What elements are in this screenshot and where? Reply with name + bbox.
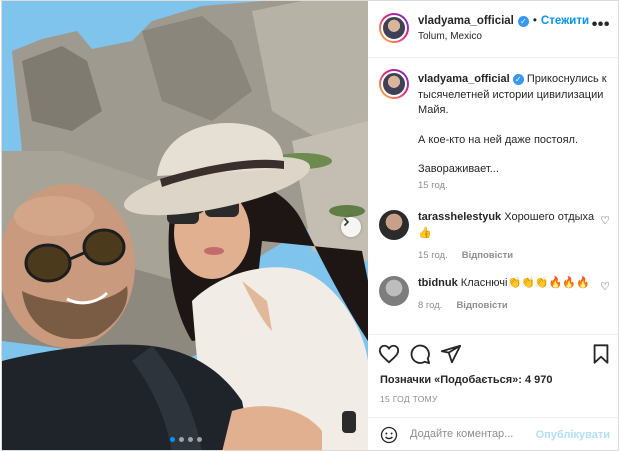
carousel-dot (179, 437, 184, 442)
post-location[interactable]: Tolum, Mexico (418, 31, 482, 42)
author-avatar[interactable] (379, 13, 409, 43)
comment-timestamp: 8 год. (418, 300, 443, 311)
comment-username[interactable]: tarasshelestyuk (418, 211, 501, 223)
instagram-post-modal: vladyama_official ✓ • Стежити Tolum, Mex… (1, 0, 619, 451)
action-bar (368, 334, 618, 370)
caption-timestamp: 15 год. (418, 180, 448, 191)
post-photo[interactable] (2, 1, 368, 450)
like-comment-heart-icon[interactable]: ♡ (600, 214, 610, 227)
verified-badge-icon: ✓ (512, 74, 524, 85)
comment-meta: 15 год. Відповісти (418, 250, 513, 261)
caption-line: А кое-кто на ней даже постоял. (418, 133, 578, 146)
add-comment-input[interactable] (410, 428, 530, 440)
chevron-right-icon (343, 217, 350, 227)
carousel-dot (197, 437, 202, 442)
comments-list[interactable]: vladyama_official ✓ Прикоснулись к тысяч… (368, 58, 618, 334)
reply-button[interactable]: Відповісти (462, 250, 513, 261)
comment-username[interactable]: tbidnuk (418, 277, 458, 289)
comment-bubble-icon[interactable] (409, 343, 431, 365)
author-username[interactable]: vladyama_official (418, 15, 514, 27)
post-sidebar: vladyama_official ✓ • Стежити Tolum, Mex… (368, 1, 618, 450)
commenter-avatar[interactable] (379, 276, 409, 306)
like-comment-heart-icon[interactable]: ♡ (600, 280, 610, 293)
like-heart-icon[interactable] (378, 343, 400, 365)
photo-illustration (2, 1, 368, 450)
author-line: vladyama_official ✓ • Стежити (418, 15, 589, 27)
carousel-dot (170, 437, 175, 442)
share-paper-plane-icon[interactable] (440, 343, 462, 365)
reply-button[interactable]: Відповісти (456, 300, 507, 311)
save-bookmark-icon[interactable] (590, 343, 612, 365)
caption-username[interactable]: vladyama_official (418, 73, 510, 85)
caption-author-avatar[interactable] (379, 69, 409, 99)
publish-comment-button[interactable]: Опублікувати (536, 429, 610, 441)
comment-meta: 8 год. Відповісти (418, 300, 508, 311)
post-caption: vladyama_official ✓ Прикоснулись к тысяч… (418, 72, 610, 192)
carousel-dot (188, 437, 193, 442)
emoji-smiley-icon[interactable] (380, 426, 398, 444)
comment-timestamp: 15 год. (418, 250, 448, 261)
verified-badge-icon: ✓ (517, 15, 529, 27)
caption-line: Завораживает... (418, 163, 499, 175)
commenter-avatar[interactable] (379, 210, 409, 240)
more-options-icon[interactable]: ••• (592, 16, 610, 34)
likes-count[interactable]: Позначки «Подобається»: 4 970 (380, 374, 552, 386)
post-header: vladyama_official ✓ • Стежити Tolum, Mex… (368, 1, 618, 58)
comment-body: tbidnuk Класнючі👏👏👏🔥🔥🔥 (418, 276, 598, 292)
follow-button[interactable]: Стежити (541, 15, 589, 27)
carousel-indicator (170, 437, 202, 442)
comment-body: tarasshelestyuk Хорошего отдыха 👍 (418, 210, 598, 241)
add-comment-bar: Опублікувати (368, 417, 618, 450)
separator-dot: • (532, 15, 537, 27)
carousel-next-button[interactable] (341, 217, 361, 237)
comment-text: Класнючі👏👏👏🔥🔥🔥 (460, 277, 590, 289)
post-date[interactable]: 15 ГОД ТОМУ (380, 394, 438, 404)
